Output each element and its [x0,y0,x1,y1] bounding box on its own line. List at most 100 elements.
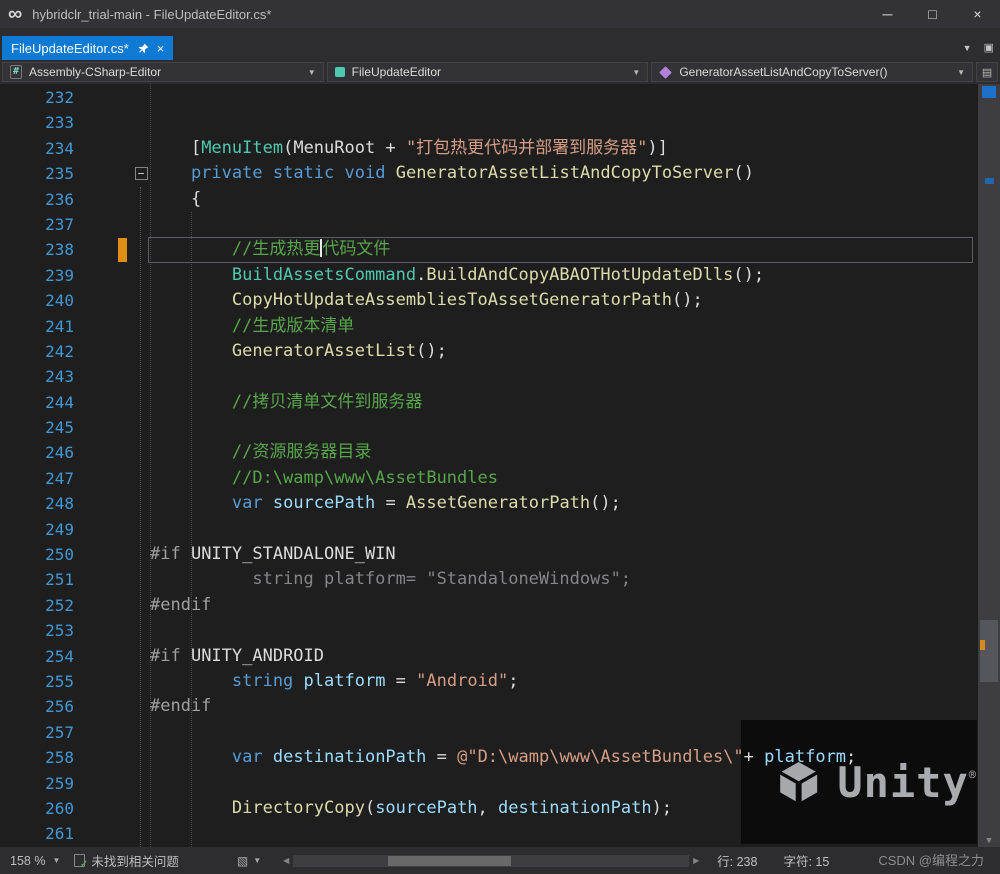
current-code-line[interactable]: 238 //生成热更 代码文件 [0,237,976,264]
code-line[interactable]: 233 [0,110,976,135]
tab-close-icon[interactable]: × [157,41,165,56]
code-line[interactable]: 232 [0,85,976,110]
code-text[interactable]: //资源服务器目录 [150,440,976,465]
code-line[interactable]: 254 #if UNITY_ANDROID [0,644,976,669]
code-line[interactable]: 243 [0,364,976,389]
code-token: private [190,163,263,184]
code-text[interactable] [150,415,976,440]
maximize-button[interactable]: □ [910,0,955,28]
horizontal-scrollbar[interactable]: ◀ ▶ [279,854,703,868]
horizontal-scrollbar-track[interactable] [293,854,690,867]
code-line[interactable]: 250 #if UNITY_STANDALONE_WIN [0,542,976,567]
class-dropdown[interactable]: FileUpdateEditor ▼ [326,62,649,82]
code-line[interactable]: 260 DirectoryCopy(sourcePath, destination… [0,796,976,821]
code-text[interactable]: var sourcePath = AssetGeneratorPath(); [150,491,976,516]
code-line[interactable]: 242 GeneratorAssetList(); [0,339,976,364]
code-cleanup-control[interactable]: ▧ ▼ [237,854,261,868]
vertical-scrollbar[interactable]: ▼ [978,84,1000,847]
fold-collapse-icon[interactable]: − [134,167,148,181]
code-line[interactable]: 248 var sourcePath = AssetGeneratorPath()… [0,491,976,516]
code-line[interactable]: 252 #endif [0,593,976,618]
code-text[interactable]: string platform= "StandaloneWindows"; [150,567,976,592]
code-line[interactable]: 256 #endif [0,694,976,719]
code-line[interactable]: 236 { [0,187,976,212]
close-button[interactable]: × [955,0,1000,28]
code-line[interactable]: 258 var destinationPath = @"D:\wamp\www\A… [0,745,976,770]
code-text[interactable] [150,720,976,745]
status-bar: 158 % ▼ ✓ 未找到相关问题 ▧ ▼ ◀ ▶ 行: 238 字符: 15 … [0,847,1000,874]
code-text[interactable]: GeneratorAssetList(); [150,339,976,364]
code-line[interactable]: 239 BuildAssetsCommand.BuildAndCopyABAOTH… [0,263,976,288]
code-text[interactable]: #if UNITY_ANDROID [150,644,976,669]
code-line[interactable]: 249 [0,517,976,542]
code-line[interactable]: 246 //资源服务器目录 [0,440,976,465]
line-number: 260 [45,798,74,818]
code-text[interactable]: BuildAssetsCommand.BuildAndCopyABAOTHotU… [150,263,976,288]
selection-margin [90,364,132,389]
project-dropdown[interactable]: # Assembly-CSharp-Editor ▼ [2,62,324,82]
method-icon [659,65,673,79]
line-number: 254 [45,646,74,666]
code-line[interactable]: 235− private static void GeneratorAssetLi… [0,161,976,186]
code-line[interactable]: 241 //生成版本清单 [0,314,976,339]
code-line[interactable]: 251 string platform= "StandaloneWindows"; [0,567,976,592]
code-text[interactable]: //拷贝清单文件到服务器 [150,390,976,415]
code-text[interactable]: #endif [150,593,976,618]
code-text[interactable]: DirectoryCopy(sourcePath, destinationPat… [150,796,976,821]
code-text[interactable] [150,85,976,110]
horizontal-scrollbar-thumb[interactable] [388,855,511,866]
selection-margin [90,745,132,770]
code-text[interactable]: //生成版本清单 [150,314,976,339]
window-layout-icon[interactable]: ▣ [984,41,994,54]
code-line[interactable]: 257 [0,720,976,745]
scroll-down-icon[interactable]: ▼ [978,836,1000,846]
code-text[interactable] [150,618,976,643]
code-text[interactable]: #if UNITY_STANDALONE_WIN [150,542,976,567]
member-dropdown[interactable]: GeneratorAssetListAndCopyToServer() ▼ [651,62,974,82]
code-text[interactable]: [MenuItem(MenuRoot + "打包热更代码并部署到服务器")] [150,136,976,161]
code-line[interactable]: 255 string platform = "Android"; [0,669,976,694]
code-line[interactable]: 240 CopyHotUpdateAssembliesToAssetGenerat… [0,288,976,313]
code-editor[interactable]: Unity® 232 233 234 [MenuItem(MenuRoot + "打包… [0,84,1000,847]
code-line[interactable]: 234 [MenuItem(MenuRoot + "打包热更代码并部署到服务器")… [0,136,976,161]
scroll-left-icon[interactable]: ◀ [279,856,293,865]
scroll-right-icon[interactable]: ▶ [689,856,703,865]
document-health-indicator[interactable]: ✓ 未找到相关问题 [74,851,179,870]
navbar-extra-icon[interactable]: ▤ [976,62,999,82]
code-text[interactable]: var destinationPath = @"D:\wamp\www\Asse… [150,745,976,770]
code-text[interactable] [150,771,976,796]
code-line[interactable]: 261 [0,821,976,846]
code-token: ; [846,747,857,768]
selection-margin [90,593,132,618]
code-text[interactable] [150,821,976,846]
code-text[interactable]: #endif [150,694,976,719]
code-text[interactable]: private static void GeneratorAssetListAn… [150,161,976,186]
code-text[interactable]: { [150,187,976,212]
fold-margin [132,517,150,542]
minimize-button[interactable]: ─ [865,0,910,28]
code-text[interactable] [150,517,976,542]
tab-list-chevron-icon[interactable]: ▼ [963,43,972,53]
code-text[interactable] [150,364,976,389]
code-text[interactable] [150,212,976,237]
code-text[interactable] [150,110,976,135]
code-text[interactable]: //D:\wamp\www\AssetBundles [150,466,976,491]
code-line[interactable]: 259 [0,771,976,796]
code-token: platform [764,747,847,768]
code-text[interactable]: string platform = "Android"; [150,669,976,694]
line-number: 252 [45,595,74,615]
code-line[interactable]: 244 //拷贝清单文件到服务器 [0,390,976,415]
code-text[interactable]: CopyHotUpdateAssembliesToAssetGeneratorP… [150,288,976,313]
fold-margin [132,237,150,262]
zoom-control[interactable]: 158 % ▼ [10,854,60,868]
code-token: UNITY_STANDALONE_WIN [180,544,396,565]
tab-fileupdateeditor[interactable]: FileUpdateEditor.cs* × [2,36,174,60]
code-line[interactable]: 253 [0,618,976,643]
vertical-scrollbar-thumb[interactable] [980,620,998,682]
pin-icon[interactable] [138,43,149,54]
code-text[interactable]: //生成热更 代码文件 [150,237,976,262]
code-line[interactable]: 247 //D:\wamp\www\AssetBundles [0,466,976,491]
code-line[interactable]: 245 [0,415,976,440]
code-line[interactable]: 237 [0,212,976,237]
